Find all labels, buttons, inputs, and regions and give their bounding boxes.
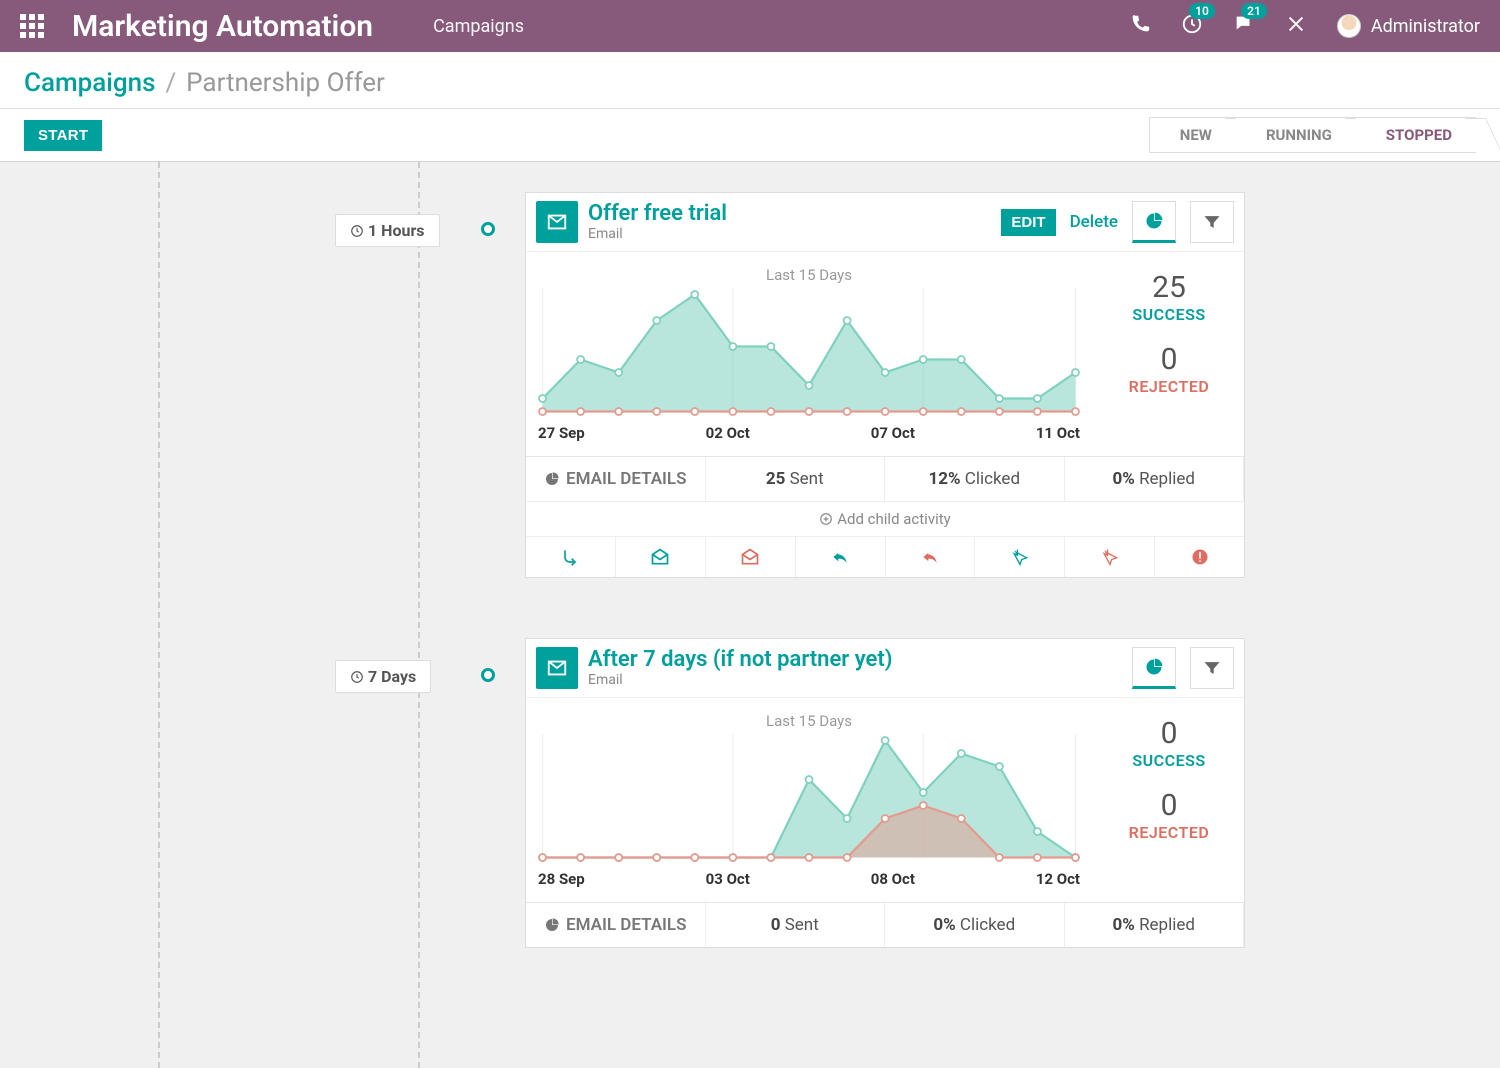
breadcrumb-current: Partnership Offer [186, 68, 385, 98]
activity-title[interactable]: Offer free trial [588, 202, 727, 226]
success-count: 0 [1100, 716, 1238, 751]
timeline-line-left [158, 162, 160, 1068]
activity-card: 7 Days After 7 days (if not partner yet)… [525, 638, 1245, 948]
breadcrumb: Campaigns / Partnership Offer [0, 52, 1500, 109]
pie-chart-icon [1144, 657, 1164, 677]
phone-icon[interactable] [1129, 13, 1151, 39]
chart-range-label: Last 15 Days [536, 712, 1082, 730]
status-running[interactable]: RUNNING [1236, 117, 1356, 153]
activities-badge: 10 [1189, 3, 1215, 19]
pie-chart-icon [544, 917, 560, 933]
timeline-dot [481, 222, 495, 236]
user-menu[interactable]: Administrator [1337, 14, 1480, 38]
plus-circle-icon [819, 512, 833, 526]
email-details-button[interactable]: EMAIL DETAILS [526, 903, 706, 947]
envelope-icon [536, 647, 578, 689]
top-nav: Marketing Automation Campaigns 10 21 Adm… [0, 0, 1500, 52]
trigger-child-icon[interactable] [526, 537, 616, 577]
status-new[interactable]: NEW [1149, 117, 1236, 153]
workflow-canvas: 1 Hours Offer free trial Email EDIT Dele… [0, 162, 1500, 1068]
trigger-mail-not-open-icon[interactable] [706, 537, 796, 577]
email-details-row: EMAIL DETAILS 25 Sent 12% Clicked 0% Rep… [526, 456, 1244, 501]
filter-icon [1202, 658, 1222, 678]
envelope-icon [536, 201, 578, 243]
activity-channel: Email [588, 672, 892, 688]
activity-sparkline [536, 734, 1082, 864]
activities-icon[interactable]: 10 [1181, 13, 1203, 39]
nav-campaigns[interactable]: Campaigns [433, 16, 524, 37]
trigger-not-reply-icon[interactable] [886, 537, 976, 577]
discuss-badge: 21 [1241, 3, 1267, 19]
trigger-row [526, 536, 1244, 577]
activity-card: 1 Hours Offer free trial Email EDIT Dele… [525, 192, 1245, 578]
avatar-icon [1337, 14, 1361, 38]
activity-channel: Email [588, 226, 727, 242]
rejected-count: 0 [1100, 342, 1238, 377]
filter-tab-button[interactable] [1190, 201, 1234, 243]
success-count: 25 [1100, 270, 1238, 305]
debug-icon[interactable] [1285, 13, 1307, 39]
delete-link[interactable]: Delete [1070, 212, 1118, 232]
apps-icon[interactable] [20, 14, 44, 38]
filter-icon [1202, 212, 1222, 232]
rejected-count: 0 [1100, 788, 1238, 823]
timeline-dot [481, 668, 495, 682]
email-details-button[interactable]: EMAIL DETAILS [526, 457, 706, 501]
pie-chart-icon [544, 471, 560, 487]
trigger-reply-icon[interactable] [796, 537, 886, 577]
delay-pill: 1 Hours [335, 214, 440, 247]
chart-tab-button[interactable] [1132, 201, 1176, 243]
app-title: Marketing Automation [72, 9, 373, 44]
clock-icon [350, 670, 364, 684]
delay-pill: 7 Days [335, 660, 431, 693]
start-button[interactable]: START [24, 120, 102, 151]
breadcrumb-root[interactable]: Campaigns [24, 68, 156, 98]
clock-icon [350, 224, 364, 238]
user-name: Administrator [1371, 16, 1480, 37]
add-child-activity[interactable]: Add child activity [526, 501, 1244, 536]
trigger-bounce-icon[interactable] [1155, 537, 1244, 577]
trigger-click-icon[interactable] [975, 537, 1065, 577]
pie-chart-icon [1144, 211, 1164, 231]
email-details-row: EMAIL DETAILS 0 Sent 0% Clicked 0% Repli… [526, 902, 1244, 947]
status-bar: NEW RUNNING STOPPED [1149, 117, 1476, 153]
chart-tab-button[interactable] [1132, 647, 1176, 689]
trigger-not-click-icon[interactable] [1065, 537, 1155, 577]
control-bar: START NEW RUNNING STOPPED [0, 109, 1500, 162]
edit-button[interactable]: EDIT [1001, 209, 1055, 236]
status-stopped[interactable]: STOPPED [1356, 117, 1476, 153]
chart-range-label: Last 15 Days [536, 266, 1082, 284]
activity-sparkline [536, 288, 1082, 418]
trigger-mail-open-icon[interactable] [616, 537, 706, 577]
activity-title[interactable]: After 7 days (if not partner yet) [588, 648, 892, 672]
timeline-line-main [418, 162, 420, 1068]
discuss-icon[interactable]: 21 [1233, 13, 1255, 39]
filter-tab-button[interactable] [1190, 647, 1234, 689]
